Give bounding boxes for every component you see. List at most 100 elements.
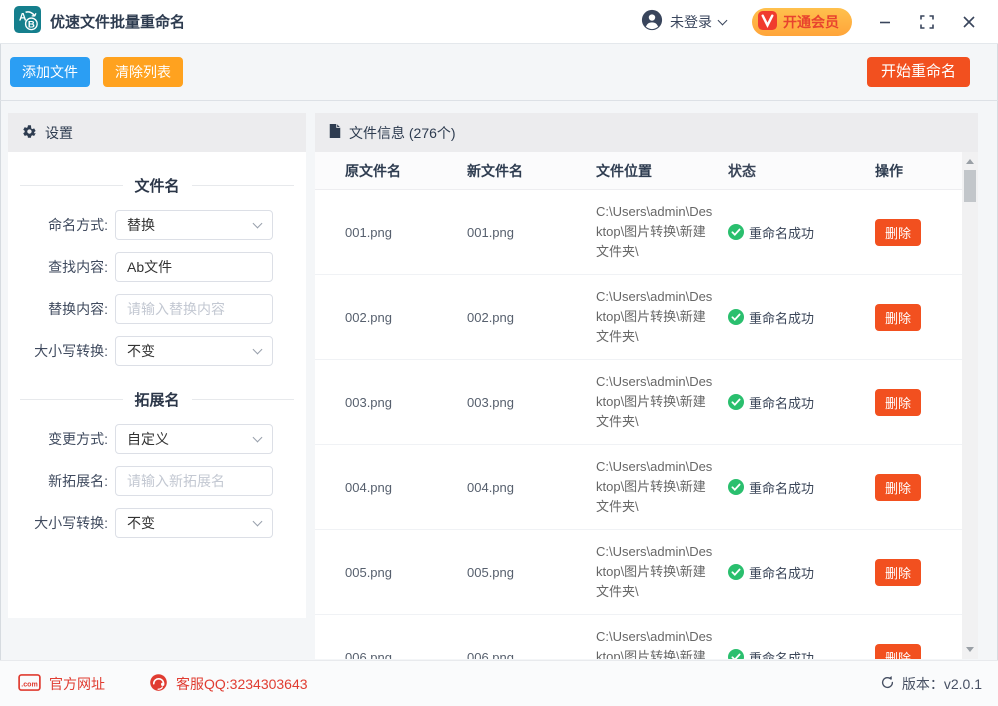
app-logo-icon: A B bbox=[14, 6, 41, 38]
settings-field: 查找内容: bbox=[20, 252, 294, 282]
service-qq-link[interactable]: 客服QQ:3234303643 bbox=[149, 673, 308, 695]
svg-text:.com: .com bbox=[21, 680, 38, 688]
minimize-icon bbox=[878, 15, 892, 29]
official-website-label: 官方网址 bbox=[49, 674, 105, 694]
field-input[interactable] bbox=[115, 424, 273, 454]
settings-field: 大小写转换: bbox=[20, 336, 294, 366]
field-input[interactable] bbox=[115, 252, 273, 282]
col-new-filename: 新文件名 bbox=[467, 161, 596, 181]
account-menu[interactable]: 未登录 bbox=[641, 9, 726, 34]
field-control[interactable] bbox=[115, 294, 273, 324]
vertical-scrollbar[interactable] bbox=[962, 152, 978, 659]
website-icon: .com bbox=[18, 674, 41, 694]
refresh-icon[interactable] bbox=[880, 675, 895, 693]
delete-button[interactable]: 删除 bbox=[875, 559, 921, 586]
extension-section-title: 拓展名 bbox=[20, 384, 294, 414]
scrollbar-thumb[interactable] bbox=[964, 170, 976, 202]
table-row: 005.png 005.png C:\Users\admin\Desktop\图… bbox=[315, 530, 962, 615]
start-rename-button[interactable]: 开始重命名 bbox=[867, 57, 970, 87]
scroll-up-icon[interactable] bbox=[966, 159, 974, 164]
status-cell: 重命名成功 bbox=[728, 648, 875, 660]
window-title: 优速文件批量重命名 bbox=[50, 11, 185, 32]
minimize-button[interactable] bbox=[872, 9, 898, 35]
col-old-filename: 原文件名 bbox=[315, 161, 467, 181]
app-identity: A B 优速文件批量重命名 bbox=[14, 6, 185, 38]
field-label: 查找内容: bbox=[20, 257, 108, 277]
file-path-cell: C:\Users\admin\Desktop\图片转换\新建文件夹\ bbox=[596, 372, 728, 432]
toolbar: 添加文件 清除列表 开始重命名 bbox=[0, 44, 998, 101]
field-label: 大小写转换: bbox=[20, 341, 108, 361]
field-control[interactable] bbox=[115, 210, 273, 240]
file-path-cell: C:\Users\admin\Desktop\图片转换\新建文件夹\ bbox=[596, 202, 728, 262]
old-filename-cell: 002.png bbox=[315, 310, 467, 325]
status-text: 重命名成功 bbox=[749, 308, 814, 327]
divider-line bbox=[20, 185, 123, 186]
file-info-title: 文件信息 (276个) bbox=[349, 123, 456, 143]
divider-line bbox=[192, 185, 295, 186]
clear-list-button[interactable]: 清除列表 bbox=[103, 57, 183, 87]
version-info: 版本：v2.0.1 bbox=[880, 674, 982, 694]
settings-field: 大小写转换: bbox=[20, 508, 294, 538]
field-control[interactable] bbox=[115, 466, 273, 496]
delete-button[interactable]: 删除 bbox=[875, 304, 921, 331]
status-text: 重命名成功 bbox=[749, 393, 814, 412]
scroll-down-icon[interactable] bbox=[966, 647, 974, 652]
close-icon bbox=[962, 15, 976, 29]
field-input[interactable] bbox=[115, 508, 273, 538]
field-input[interactable] bbox=[115, 336, 273, 366]
file-path-cell: C:\Users\admin\Desktop\图片转换\新建文件夹\ bbox=[596, 287, 728, 347]
maximize-button[interactable] bbox=[914, 9, 940, 35]
settings-field: 命名方式: bbox=[20, 210, 294, 240]
settings-panel: 设置 文件名 命名方式: 查找内容: bbox=[8, 113, 306, 618]
settings-panel-header: 设置 bbox=[8, 113, 306, 152]
field-control[interactable] bbox=[115, 336, 273, 366]
action-cell: 删除 bbox=[875, 389, 962, 416]
delete-button[interactable]: 删除 bbox=[875, 644, 921, 660]
official-website-link[interactable]: .com 官方网址 bbox=[18, 674, 105, 694]
close-button[interactable] bbox=[956, 9, 982, 35]
file-path-cell: C:\Users\admin\Desktop\图片转换\新建文件夹\ bbox=[596, 457, 728, 517]
action-cell: 删除 bbox=[875, 474, 962, 501]
vip-button[interactable]: 开通会员 bbox=[752, 8, 852, 36]
delete-button[interactable]: 删除 bbox=[875, 219, 921, 246]
table-row: 006.png 006.png C:\Users\admin\Desktop\图… bbox=[315, 615, 962, 659]
status-cell: 重命名成功 bbox=[728, 223, 875, 242]
status-cell: 重命名成功 bbox=[728, 393, 875, 412]
service-icon bbox=[149, 673, 168, 695]
status-cell: 重命名成功 bbox=[728, 308, 875, 327]
vip-button-label: 开通会员 bbox=[783, 12, 839, 32]
delete-button[interactable]: 删除 bbox=[875, 389, 921, 416]
settings-form: 文件名 命名方式: 查找内容: bbox=[8, 152, 306, 550]
old-filename-cell: 001.png bbox=[315, 225, 467, 240]
field-label: 新拓展名: bbox=[20, 471, 108, 491]
old-filename-cell: 006.png bbox=[315, 650, 467, 660]
col-file-path: 文件位置 bbox=[596, 161, 728, 181]
delete-button[interactable]: 删除 bbox=[875, 474, 921, 501]
status-text: 重命名成功 bbox=[749, 648, 814, 660]
field-label: 大小写转换: bbox=[20, 513, 108, 533]
titlebar-right: 未登录 开通会员 bbox=[641, 8, 982, 36]
new-filename-cell: 005.png bbox=[467, 565, 596, 580]
version-label: 版本：v2.0.1 bbox=[902, 674, 982, 694]
app-window: A B 优速文件批量重命名 未登录 bbox=[0, 0, 998, 706]
field-input[interactable] bbox=[115, 466, 273, 496]
new-filename-cell: 003.png bbox=[467, 395, 596, 410]
new-filename-cell: 001.png bbox=[467, 225, 596, 240]
old-filename-cell: 004.png bbox=[315, 480, 467, 495]
table-row: 004.png 004.png C:\Users\admin\Desktop\图… bbox=[315, 445, 962, 530]
new-filename-cell: 004.png bbox=[467, 480, 596, 495]
file-path-cell: C:\Users\admin\Desktop\图片转换\新建文件夹\ bbox=[596, 542, 728, 602]
col-status: 状态 bbox=[728, 161, 875, 181]
field-control[interactable] bbox=[115, 252, 273, 282]
filename-section-title: 文件名 bbox=[20, 170, 294, 200]
success-check-icon bbox=[728, 224, 744, 240]
field-control[interactable] bbox=[115, 424, 273, 454]
field-label: 变更方式: bbox=[20, 429, 108, 449]
field-control[interactable] bbox=[115, 508, 273, 538]
field-input[interactable] bbox=[115, 210, 273, 240]
add-files-button[interactable]: 添加文件 bbox=[10, 57, 90, 87]
field-input[interactable] bbox=[115, 294, 273, 324]
old-filename-cell: 005.png bbox=[315, 565, 467, 580]
gear-icon bbox=[22, 124, 37, 142]
status-cell: 重命名成功 bbox=[728, 563, 875, 582]
